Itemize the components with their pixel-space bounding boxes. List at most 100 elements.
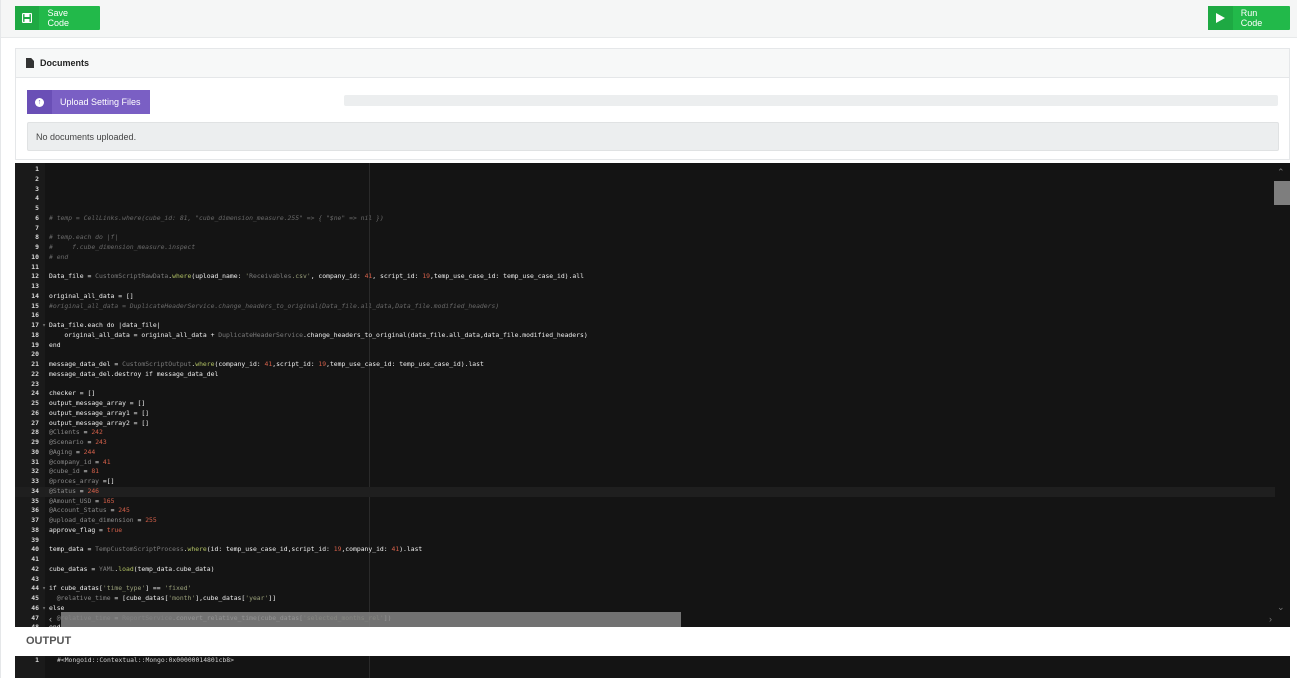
code-editor[interactable]: 1 2 3 4 5 6 # temp = CellLinks.where(cube_id: … [15,163,1290,627]
line-number: 12 [31,272,39,281]
scroll-down-icon[interactable]: ⌄ [1277,602,1285,613]
upload-setting-files-button[interactable]: ↑ Upload Setting Files [27,90,150,114]
code-line[interactable]: 38 approve_flag = true [15,526,1275,536]
code-line[interactable]: 14 original_all_data = [] [15,292,1275,302]
code-line[interactable]: 1 #<Mongoid::Contextual::Mongo:0x00000014… [15,656,234,666]
scroll-right-icon[interactable]: › [1269,614,1272,624]
code-line[interactable]: 23 [15,380,1275,390]
code-line[interactable]: 15 #original_all_data = DuplicateHeaderSe… [15,302,1275,312]
line-number: 26 [31,408,39,417]
line-number: 36 [31,506,39,515]
line-text: @proces_array =[] [49,477,115,485]
line-text: @company_id = 41 [49,457,111,466]
horizontal-scrollbar[interactable]: ‹ › [49,612,1274,627]
code-line[interactable]: 30 @Aging = 244 [15,448,1275,458]
horizontal-scroll-thumb[interactable] [61,612,681,627]
code-line[interactable]: 35 @Amount_USD = 165 [15,497,1275,507]
line-text: @cube_id = 81 [49,467,100,476]
code-line[interactable]: 5 [15,204,1275,214]
line-number: 10 [31,252,39,261]
fold-arrow-icon[interactable]: ▾ [39,321,49,331]
code-line[interactable]: 6 # temp = CellLinks.where(cube_id: 81, "… [15,214,1275,224]
line-text: @Clients = 242 [49,428,103,437]
code-line[interactable]: 12 Data_file = CustomScriptRawData.where(… [15,272,1275,282]
run-code-button[interactable]: Run Code [1208,6,1290,30]
line-text: Data_file.each do |data_file| [49,321,161,329]
code-line[interactable]: 39 [15,536,1275,546]
code-line[interactable]: 11 [15,263,1275,273]
fold-arrow-icon[interactable]: ▾ [39,604,49,614]
code-line[interactable]: 3 [15,185,1275,195]
code-line[interactable]: 45 @relative_time = [cube_datas['month']… [15,594,1275,604]
vertical-scroll-thumb[interactable] [1274,181,1290,205]
code-line[interactable]: 20 [15,350,1275,360]
code-line[interactable]: 16 [15,311,1275,321]
code-line[interactable]: 8 # temp.each do |f| [15,233,1275,243]
file-icon [26,58,34,68]
code-line[interactable]: 25 output_message_array = [] [15,399,1275,409]
code-line[interactable]: 19 end [15,341,1275,351]
code-line[interactable]: 27 output_message_array2 = [] [15,419,1275,429]
code-line[interactable]: 17 ▾ Data_file.each do |data_file| [15,321,1275,331]
toolbar: Save Code Run Code [1,0,1297,38]
line-number: 1 [35,165,39,173]
line-text: #original_all_data = DuplicateHeaderServ… [49,301,500,310]
scroll-left-icon[interactable]: ‹ [49,614,52,624]
code-line[interactable]: 2 [15,175,1275,185]
output-console: 1 #<Mongoid::Contextual::Mongo:0x00000014… [15,656,1290,678]
code-line[interactable]: 43 [15,575,1275,585]
code-line[interactable]: 22 message_data_del.destroy if message_da… [15,370,1275,380]
code-line[interactable]: 36 @Account_Status = 245 [15,506,1275,516]
code-runner-page: Save Code Run Code Documents ↑ Upload Se… [0,0,1297,678]
editor-lines[interactable]: 1 2 3 4 5 6 # temp = CellLinks.where(cube_id: … [15,165,1275,627]
code-line[interactable]: 34 @Status = 246 [15,486,1275,497]
code-line[interactable]: 31 @company_id = 41 [15,458,1275,468]
code-line[interactable]: 18 original_all_data = original_all_data… [15,331,1275,341]
run-code-label: Run Code [1240,8,1263,28]
code-line[interactable]: 7 [15,224,1275,234]
code-line[interactable]: 1 [15,165,1275,175]
code-line[interactable]: 37 @upload_date_dimension = 255 [15,516,1275,526]
output-print-margin [369,656,370,678]
code-line[interactable]: 42 cube_datas = YAML.load(temp_data.cube_… [15,565,1275,575]
code-line[interactable]: 41 [15,555,1275,565]
line-text: # end [49,252,69,261]
save-code-button[interactable]: Save Code [15,6,100,30]
code-line[interactable]: 13 [15,282,1275,292]
line-number: 39 [31,535,39,544]
code-line[interactable]: 44 ▾ if cube_datas['time_type'] == 'fixed' [15,584,1275,594]
code-line[interactable]: 4 [15,194,1275,204]
line-number: 18 [31,330,39,339]
code-line[interactable]: 24 checker = [] [15,389,1275,399]
fold-arrow-icon[interactable]: ▾ [39,584,49,594]
code-line[interactable]: 28 @Clients = 242 [15,428,1275,438]
scroll-up-icon[interactable]: ⌃ [1277,167,1285,178]
code-line[interactable]: 40 temp_data = TempCustomScriptProcess.wh… [15,545,1275,555]
code-line[interactable]: 32 @cube_id = 81 [15,467,1275,477]
code-line[interactable]: 33 @proces_array =[] [15,477,1275,487]
upload-progress-bar [344,95,1278,106]
code-line[interactable]: 10 # end [15,253,1275,263]
line-text: end [49,340,61,349]
line-number: 45 [31,594,39,602]
code-line[interactable]: 9 # f.cube_dimension_measure.inspect [15,243,1275,253]
code-line[interactable]: 26 output_message_array1 = [] [15,409,1275,419]
code-line[interactable]: 29 @Scenario = 243 [15,438,1275,448]
line-number: 5 [35,204,39,212]
vertical-scrollbar[interactable]: ⌃ ⌄ [1274,163,1290,627]
code-line[interactable]: 21 message_data_del = CustomScriptOutput.… [15,360,1275,370]
line-text: # temp.each do |f| [49,233,119,242]
